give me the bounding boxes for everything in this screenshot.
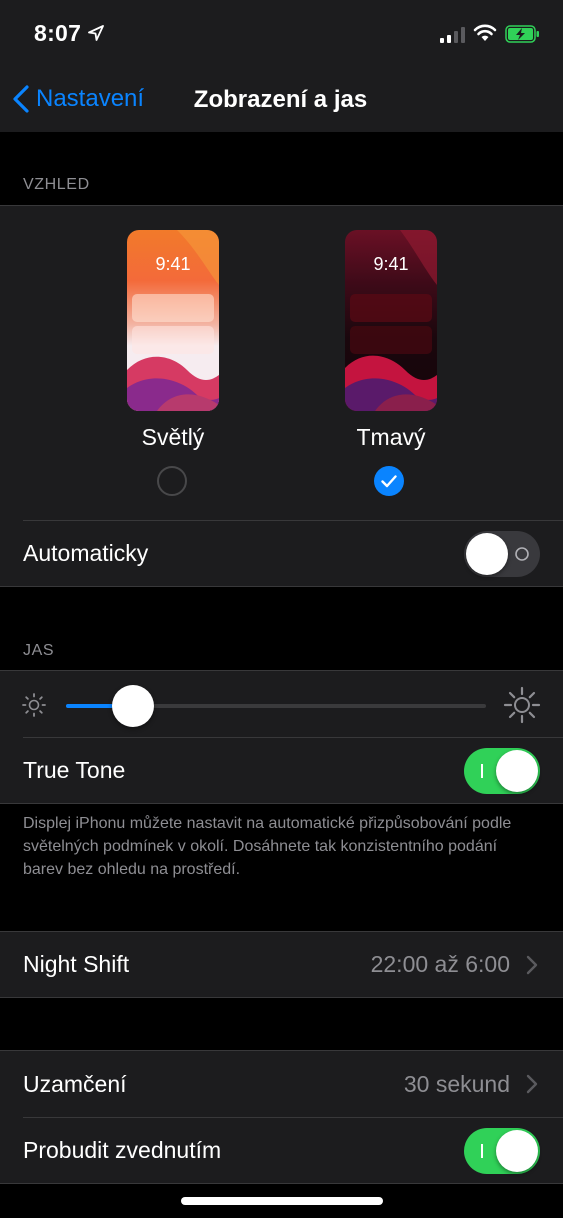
night-shift-group: Night Shift 22:00 až 6:00 xyxy=(0,931,563,998)
dark-mode-preview: 9:41 xyxy=(345,230,437,411)
brightness-footnote: Displej iPhonu můžete nastavit na automa… xyxy=(23,815,512,878)
chevron-right-icon xyxy=(526,955,538,974)
light-preview-notification xyxy=(132,326,214,354)
toggle-knob xyxy=(496,1130,538,1172)
location-arrow-icon xyxy=(88,25,104,41)
appearance-section-header: VZHLED xyxy=(23,176,90,193)
dark-preview-time: 9:41 xyxy=(373,254,409,274)
raise-to-wake-label: Probudit zvednutím xyxy=(23,1137,222,1163)
brightness-section-header: JAS xyxy=(23,642,55,659)
toggle-on-indicator-icon xyxy=(481,764,483,778)
brightness-slider-row xyxy=(0,671,563,737)
appearance-group: 9:41 Světlý 9:41 Tmavý Automaticky xyxy=(0,205,563,587)
toggle-knob xyxy=(466,533,508,575)
dark-preview-notification xyxy=(350,326,432,354)
status-bar: 8:07 xyxy=(0,0,563,66)
true-tone-toggle[interactable] xyxy=(464,748,540,794)
checkmark-icon xyxy=(381,475,397,488)
auto-lock-value: 30 sekund xyxy=(403,1070,510,1097)
battery-charging-icon xyxy=(505,25,539,43)
dark-preview-notification xyxy=(350,294,432,322)
night-shift-value: 22:00 až 6:00 xyxy=(370,951,510,977)
appearance-option-dark-label: Tmavý xyxy=(356,424,426,450)
automatic-appearance-toggle[interactable] xyxy=(464,531,540,577)
chevron-right-icon xyxy=(526,1074,538,1094)
true-tone-row[interactable]: True Tone xyxy=(0,738,563,803)
brightness-group: True Tone xyxy=(0,670,563,804)
wifi-icon xyxy=(473,24,497,41)
home-indicator[interactable] xyxy=(181,1197,383,1205)
toggle-knob xyxy=(496,750,538,792)
brightness-slider[interactable] xyxy=(66,685,486,727)
light-preview-notification xyxy=(132,294,214,322)
signal-icon xyxy=(440,27,465,43)
brightness-low-icon xyxy=(22,693,46,717)
night-shift-row[interactable]: Night Shift 22:00 až 6:00 xyxy=(0,932,563,997)
night-shift-label: Night Shift xyxy=(23,951,130,977)
lock-group: Uzamčení 30 sekund Probudit zvednutím xyxy=(0,1050,563,1184)
dark-radio-button-selected[interactable] xyxy=(374,466,404,496)
light-mode-preview: 9:41 xyxy=(127,230,219,411)
navigation-bar: Nastavení Zobrazení a jas xyxy=(0,66,563,132)
auto-lock-row[interactable]: Uzamčení 30 sekund xyxy=(0,1051,563,1117)
brightness-high-icon xyxy=(503,686,541,724)
true-tone-label: True Tone xyxy=(23,757,126,783)
light-radio-button[interactable] xyxy=(157,466,187,496)
page-title: Zobrazení a jas xyxy=(193,86,368,113)
raise-to-wake-toggle[interactable] xyxy=(464,1128,540,1174)
automatic-appearance-label: Automaticky xyxy=(23,540,149,566)
status-time: 8:07 xyxy=(34,20,82,46)
automatic-appearance-row[interactable]: Automaticky xyxy=(0,521,563,586)
light-preview-time: 9:41 xyxy=(155,254,191,274)
appearance-option-light-label: Světlý xyxy=(141,424,205,450)
raise-to-wake-row[interactable]: Probudit zvednutím xyxy=(0,1118,563,1183)
auto-lock-label: Uzamčení xyxy=(23,1070,127,1097)
toggle-on-indicator-icon xyxy=(481,1144,483,1158)
brightness-slider-thumb[interactable] xyxy=(111,685,154,727)
toggle-off-indicator-icon xyxy=(515,547,529,561)
